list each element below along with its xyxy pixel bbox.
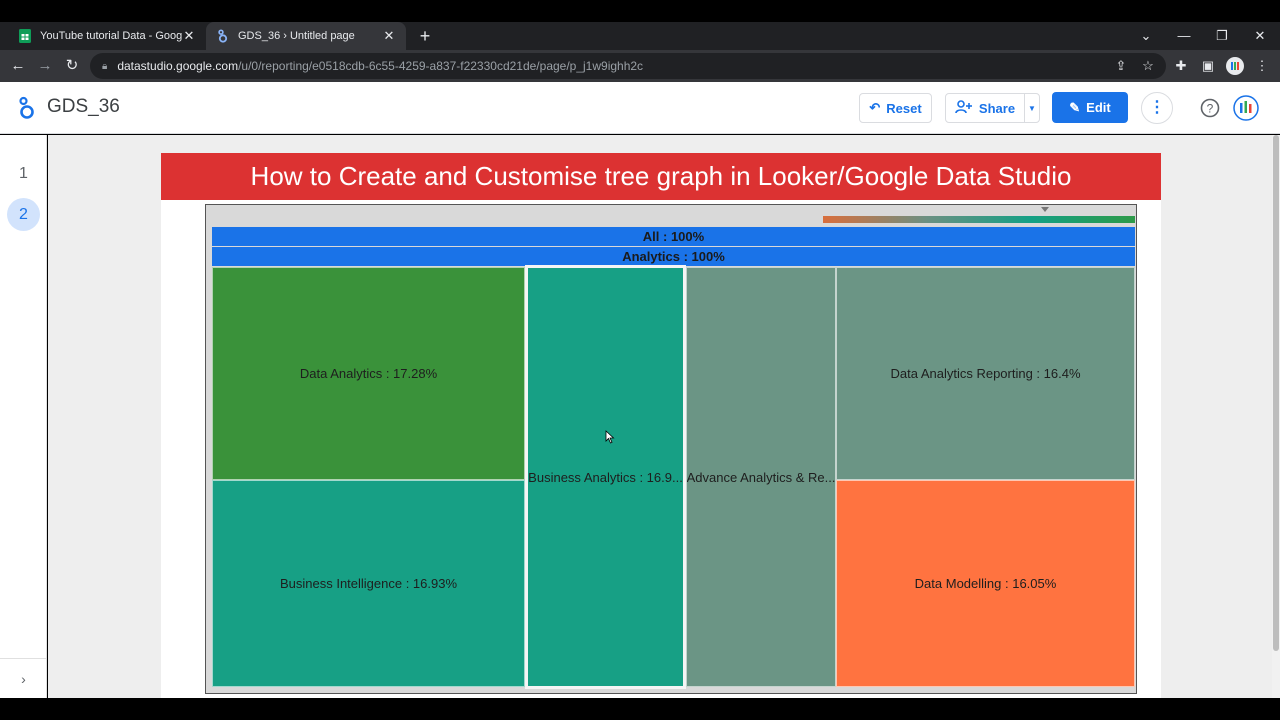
vertical-scrollbar[interactable]: [1272, 135, 1280, 698]
treemap-cell-advance-analytics[interactable]: Advance Analytics & Re...: [686, 267, 836, 687]
data-studio-logo-icon: [19, 96, 34, 119]
account-avatar[interactable]: [1233, 95, 1259, 121]
treemap-level1-header[interactable]: Analytics : 100%: [212, 247, 1135, 266]
data-studio-icon: [216, 29, 230, 43]
reset-label: Reset: [886, 100, 922, 116]
help-icon[interactable]: ?: [1200, 98, 1220, 118]
app-header: GDS_36 ↶ Reset Share ▼ ✎ Edit ⋮ ?: [0, 82, 1280, 134]
sheets-icon: [18, 29, 32, 43]
browser-menu-icon[interactable]: ⋮: [1250, 50, 1274, 82]
share-label: Share: [978, 100, 1016, 116]
legend-caret-icon: [1041, 207, 1049, 212]
mouse-cursor-icon: [605, 430, 615, 444]
restore-button[interactable]: ❐: [1203, 22, 1241, 50]
treemap-cell-business-intelligence[interactable]: Business Intelligence : 16.93%: [212, 480, 525, 687]
new-tab-button[interactable]: +: [414, 22, 436, 50]
edit-label: Edit: [1086, 100, 1111, 115]
url-path: /u/0/reporting/e0518cdb-6c55-4259-a837-f…: [238, 59, 644, 73]
page-navigation-rail: 1 2 ›: [0, 135, 47, 698]
undo-icon: ↶: [869, 100, 881, 115]
url-host: datastudio.google.com: [117, 59, 239, 73]
close-tab-icon[interactable]: ✕: [382, 28, 396, 44]
share-page-icon[interactable]: ⇪: [1109, 50, 1133, 82]
report-title[interactable]: GDS_36: [47, 96, 120, 118]
forward-icon[interactable]: →: [32, 50, 58, 82]
treemap-root-header[interactable]: All : 100%: [212, 227, 1135, 246]
tab-title: GDS_36 › Untitled page: [238, 30, 355, 42]
minimize-button[interactable]: —: [1165, 22, 1203, 50]
extensions-icon[interactable]: ✚: [1169, 50, 1193, 82]
back-icon[interactable]: ←: [5, 50, 31, 82]
scrollbar-thumb[interactable]: [1273, 135, 1279, 651]
treemap-cell-data-analytics-reporting[interactable]: Data Analytics Reporting : 16.4%: [836, 267, 1135, 480]
address-bar[interactable]: 🔒︎ datastudio.google.com/u/0/reporting/e…: [90, 53, 1166, 79]
page-2-button[interactable]: 2: [7, 198, 40, 231]
side-panel-icon[interactable]: ▣: [1196, 50, 1220, 82]
page-1-button[interactable]: 1: [7, 157, 40, 190]
close-tab-icon[interactable]: ✕: [182, 28, 196, 44]
report-banner-title: How to Create and Customise tree graph i…: [161, 153, 1161, 200]
close-window-button[interactable]: ✕: [1241, 22, 1279, 50]
tab-search-icon[interactable]: ⌄: [1127, 22, 1165, 50]
treemap-cell-business-analytics[interactable]: Business Analytics : 16.9...: [525, 265, 686, 689]
bookmark-star-icon[interactable]: ☆: [1136, 50, 1160, 82]
screen: YouTube tutorial Data - Google S ✕ GDS_3…: [0, 0, 1280, 720]
reset-button[interactable]: ↶ Reset: [859, 93, 932, 123]
svg-text:?: ?: [1207, 102, 1214, 116]
color-scale-legend: [823, 216, 1135, 223]
share-dropdown-icon[interactable]: ▼: [1024, 93, 1040, 123]
browser-toolbar: ← → ↻ 🔒︎ datastudio.google.com/u/0/repor…: [0, 50, 1280, 82]
browser-tab-strip: YouTube tutorial Data - Google S ✕ GDS_3…: [0, 22, 1280, 50]
profile-avatar[interactable]: [1223, 50, 1247, 82]
bottom-frame: [0, 698, 1280, 720]
reload-icon[interactable]: ↻: [59, 50, 85, 82]
treemap-cell-data-analytics[interactable]: Data Analytics : 17.28%: [212, 267, 525, 480]
share-button[interactable]: Share: [945, 93, 1025, 123]
lock-icon: 🔒︎: [102, 60, 108, 72]
tab-youtube-tutorial-data[interactable]: YouTube tutorial Data - Google S ✕: [8, 22, 206, 50]
tab-title: YouTube tutorial Data - Google S: [40, 30, 182, 42]
add-person-icon: [955, 99, 973, 117]
edit-button[interactable]: ✎ Edit: [1052, 92, 1128, 123]
treemap-cell-data-modelling[interactable]: Data Modelling : 16.05%: [836, 480, 1135, 687]
pencil-icon: ✎: [1069, 99, 1081, 115]
tab-gds-36[interactable]: GDS_36 › Untitled page ✕: [206, 22, 406, 50]
expand-rail-icon[interactable]: ›: [0, 658, 47, 698]
more-options-icon[interactable]: ⋮: [1141, 92, 1173, 124]
